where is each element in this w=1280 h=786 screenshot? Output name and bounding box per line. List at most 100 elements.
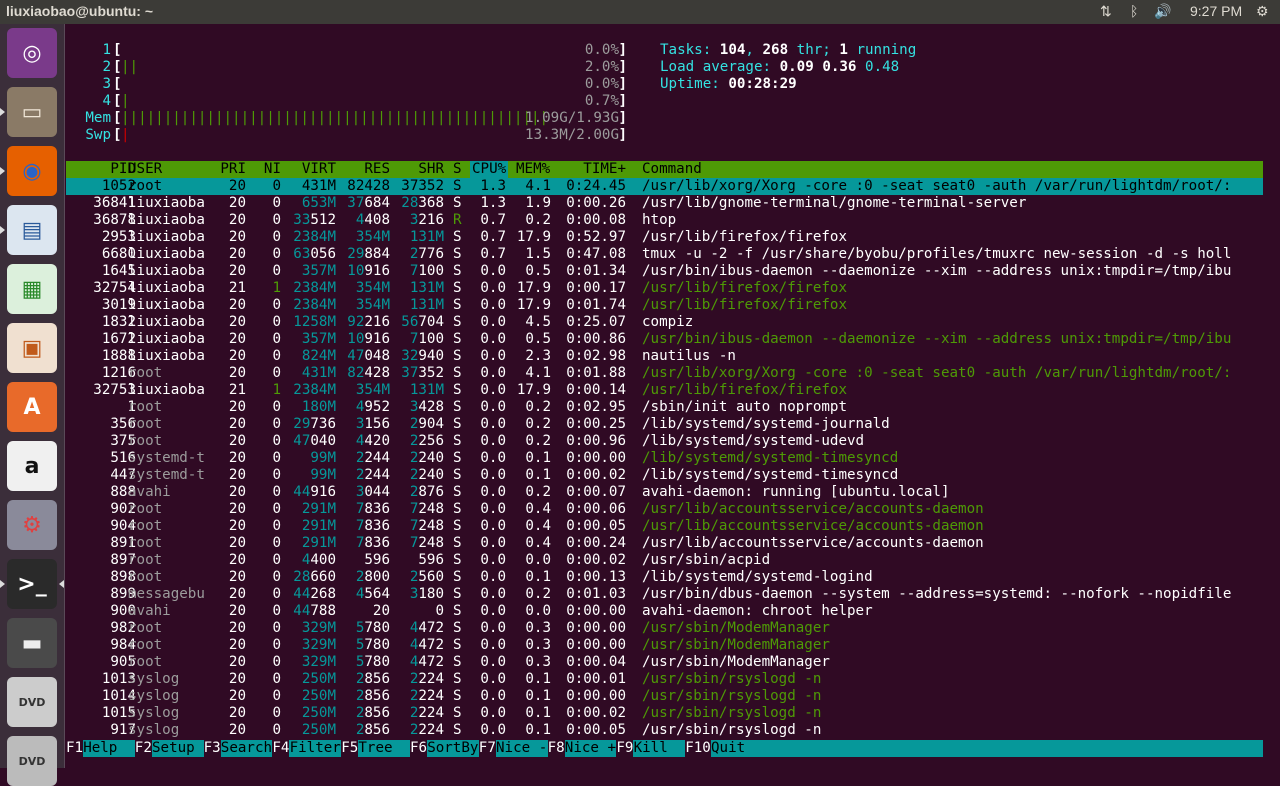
process-row[interactable]: 888 avahi 20 0 44916 3044 2876 S 0.0 0.2 0:00.07 av… (66, 484, 1263, 501)
process-row[interactable]: 1645 liuxiaoba 20 0 357M 10916 7100 S 0.0 0.5 0:01… (66, 263, 1263, 280)
dvd-icon-2[interactable]: DVD (7, 736, 57, 786)
fkey-label-search[interactable]: Search (221, 740, 272, 757)
process-row[interactable]: 1 root 20 0 180M 4952 3428 S 0.0 0.2 0:02.95/sbin/… (66, 399, 1263, 416)
process-row[interactable]: 447 systemd-t 20 0 99M 2244 2240 S 0.0 0.1 0:00.02… (66, 467, 1263, 484)
process-user: root (128, 399, 163, 415)
col-user[interactable]: USER (128, 161, 162, 178)
meter-value: 0.7% (584, 93, 619, 109)
fkey-label-filter[interactable]: Filter (290, 740, 341, 757)
clock[interactable]: 9:27 PM (1190, 3, 1242, 19)
process-row[interactable]: 516 systemd-t 20 0 99M 2244 2240 S 0.0 0.1 0:00.00… (66, 450, 1263, 467)
bluetooth-icon[interactable]: ᛒ (1130, 3, 1138, 19)
process-row[interactable]: 1013 syslog 20 0 250M 2856 2224 S 0.0 0.1 0:00.01 /… (66, 671, 1263, 688)
process-shr: 7248 (409, 518, 444, 534)
process-row[interactable]: 6680 liuxiaoba 20 0 63056 29884 2776 S 0.7 1.5 0:4… (66, 246, 1263, 263)
process-mem: 0.0 (525, 552, 551, 568)
process-row[interactable]: 904 root 20 0 291M 7836 7248 S 0.0 0.4 0:00.05/usr… (66, 518, 1263, 535)
process-mem: 0.2 (525, 399, 551, 415)
process-pid: 1832 (101, 314, 136, 330)
process-s: S (453, 552, 462, 568)
ubuntu-dash-icon[interactable]: ◎ (7, 28, 57, 78)
fkey-f10[interactable]: F10 (685, 740, 711, 757)
fkey-label-nice[interactable]: Nice + (565, 740, 616, 757)
process-row[interactable]: 1672 liuxiaoba 20 0 357M 10916 7100 S 0.0 0.5 0:00… (66, 331, 1263, 348)
process-row[interactable]: 1052 root 20 0 431M 82428 37352 S 1.3 4.1 0:24.45 /… (66, 178, 1263, 195)
volume-icon[interactable]: 🔊 (1154, 3, 1171, 20)
fkey-label-sortby[interactable]: SortBy (427, 740, 478, 757)
col-time[interactable]: TIME+ (566, 161, 626, 178)
process-res: 2856 (355, 671, 390, 687)
amazon-icon[interactable]: a (7, 441, 57, 491)
process-row[interactable]: 1832 liuxiaoba 20 0 1258M 92216 56704 S 0.0 4.5 0:… (66, 314, 1263, 331)
fkey-f8[interactable]: F8 (547, 740, 565, 757)
process-row[interactable]: 36878 liuxiaoba 20 0 33512 4408 3216 R 0.7 0.2 0:0… (66, 212, 1263, 229)
col-res[interactable]: RES (336, 161, 390, 178)
col-ni[interactable]: NI (246, 161, 281, 178)
process-row[interactable]: 897 root 20 0 4400 596 596 S 0.0 0.0 0:00.02/usr/s… (66, 552, 1263, 569)
fkey-f7[interactable]: F7 (478, 740, 496, 757)
col-virt[interactable]: VIRT (281, 161, 336, 178)
col-command[interactable]: Command (642, 161, 702, 178)
fkey-f6[interactable]: F6 (410, 740, 428, 757)
process-row[interactable]: 899 messagebu 20 0 44268 4564 3180 S 0.0 0.2 0:01.… (66, 586, 1263, 603)
fkey-f3[interactable]: F3 (203, 740, 221, 757)
software-center-icon[interactable]: A (7, 382, 57, 432)
col-cpu-sorted[interactable]: CPU% (470, 161, 509, 178)
process-row[interactable]: 900 avahi 20 0 44788 20 0 S 0.0 0.0 0:00.00 avahi-d… (66, 603, 1263, 620)
gear-icon[interactable]: ⚙ (1256, 3, 1269, 20)
fkey-f2[interactable]: F2 (134, 740, 152, 757)
terminal-icon[interactable]: >_ (7, 559, 57, 609)
process-s: S (453, 263, 462, 279)
column-header[interactable]: PID USER PRI NI VIRT RES SHR S CPU% MEM%… (66, 161, 1263, 178)
process-row[interactable]: 905 root 20 0 329M 5780 4472 S 0.0 0.3 0:00.04/usr… (66, 654, 1263, 671)
libreoffice-impress-icon[interactable]: ▣ (7, 323, 57, 373)
fkey-label-nice[interactable]: Nice - (496, 740, 547, 757)
col-shr[interactable]: SHR (390, 161, 444, 178)
fkey-f9[interactable]: F9 (616, 740, 634, 757)
process-row[interactable]: 982 root 20 0 329M 5780 4472 S 0.0 0.3 0:00.00/usr… (66, 620, 1263, 637)
system-settings-icon[interactable]: ⚙ (7, 500, 57, 550)
fkey-f4[interactable]: F4 (272, 740, 290, 757)
firefox-icon[interactable]: ◉ (7, 146, 57, 196)
col-pid[interactable]: PID (66, 161, 136, 178)
col-pri[interactable]: PRI (206, 161, 246, 178)
process-row[interactable]: 2953 liuxiaoba 20 0 2384M 354M 131M S 0.7 17.9 0:5… (66, 229, 1263, 246)
process-shr: 3216 (409, 212, 444, 228)
fkey-label-help[interactable]: Help (83, 740, 117, 757)
process-row[interactable]: 1216 root 20 0 431M 82428 37352 S 0.0 4.1 0:01.88 /… (66, 365, 1263, 382)
process-pid: 917 (110, 722, 136, 738)
fkey-label-quit[interactable]: Quit (711, 740, 745, 757)
fkey-label-setup[interactable]: Setup (152, 740, 195, 757)
process-row[interactable]: 375 root 20 0 47040 4420 2256 S 0.0 0.2 0:00.96/li… (66, 433, 1263, 450)
process-row[interactable]: 32754 liuxiaoba 21 1 2384M 354M 131M S 0.0 17.9 0:… (66, 280, 1263, 297)
process-row[interactable]: 3019 liuxiaoba 20 0 2384M 354M 131M S 0.0 17.9 0:0… (66, 297, 1263, 314)
process-cmd: tmux -u -2 -f /usr/share/byobu/profiles/… (642, 246, 1232, 262)
fkey-f5[interactable]: F5 (341, 740, 359, 757)
files-icon[interactable]: ▭ (7, 87, 57, 137)
dvd-icon[interactable]: DVD (7, 677, 57, 727)
meter-close-bracket: ] (618, 59, 627, 75)
col-mem[interactable]: MEM% (516, 161, 550, 178)
libreoffice-writer-icon[interactable]: ▤ (7, 205, 57, 255)
process-row[interactable]: 1014 syslog 20 0 250M 2856 2224 S 0.0 0.1 0:00.00 /… (66, 688, 1263, 705)
process-row[interactable]: 917 syslog 20 0 250M 2856 2224 S 0.0 0.1 0:00.05/u… (66, 722, 1263, 739)
fkey-label-tree[interactable]: Tree (358, 740, 392, 757)
libreoffice-calc-icon[interactable]: ▦ (7, 264, 57, 314)
fkey-label-kill[interactable]: Kill (634, 740, 668, 757)
floppy-icon[interactable]: ▬ (7, 618, 57, 668)
process-row[interactable]: 356 root 20 0 29736 3156 2904 S 0.0 0.2 0:00.25/li… (66, 416, 1263, 433)
process-time: 0:00.00 (566, 603, 626, 619)
process-row[interactable]: 1888 liuxiaoba 20 0 824M 47048 32940 S 0.0 2.3 0:0… (66, 348, 1263, 365)
terminal-htop[interactable]: 1[0.0%] 2[|| 2.0%] 3[0.0%] 4[| 0.7%] Mem[|||||… (65, 24, 1280, 768)
process-pid: 1 (127, 399, 136, 415)
process-row[interactable]: 902 root 20 0 291M 7836 7248 S 0.0 0.4 0:00.06/usr… (66, 501, 1263, 518)
process-row[interactable]: 984 root 20 0 329M 5780 4472 S 0.0 0.3 0:00.00/usr… (66, 637, 1263, 654)
network-icon[interactable]: ⇅ (1100, 3, 1112, 20)
fkey-f1[interactable]: F1 (66, 740, 84, 757)
process-row[interactable]: 32753 liuxiaoba 21 1 2384M 354M 131M S 0.0 17.9 0:… (66, 382, 1263, 399)
process-row[interactable]: 898 root 20 0 28660 2800 2560 S 0.0 0.1 0:00.13/li… (66, 569, 1263, 586)
process-row[interactable]: 891 root 20 0 291M 7836 7248 S 0.0 0.4 0:00.24/usr… (66, 535, 1263, 552)
process-row[interactable]: 36841 liuxiaoba 20 0 653M 37684 28368 S 1.3 1.9 0:… (66, 195, 1263, 212)
col-state[interactable]: S (453, 161, 462, 178)
process-row[interactable]: 1015 syslog 20 0 250M 2856 2224 S 0.0 0.1 0:00.02 /… (66, 705, 1263, 722)
